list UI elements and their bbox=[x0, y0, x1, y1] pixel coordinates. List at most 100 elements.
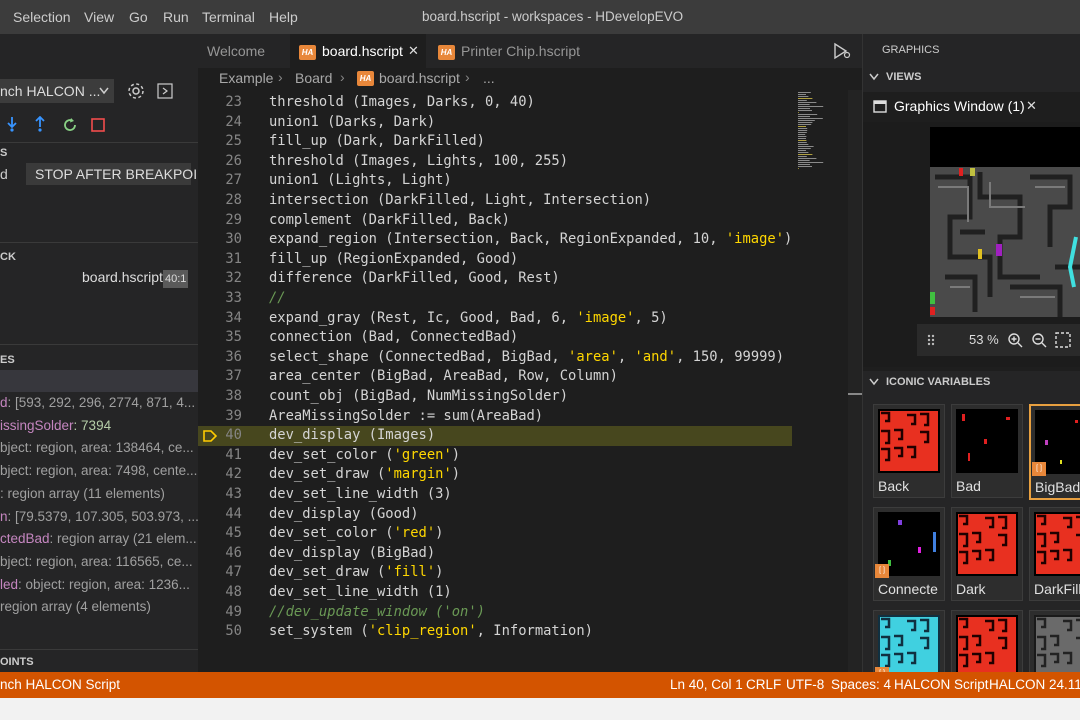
line-number[interactable]: 46 bbox=[198, 544, 242, 564]
section-header-variables[interactable]: ES bbox=[0, 354, 15, 366]
launch-config-select[interactable]: nch HALCON ... bbox=[0, 79, 114, 103]
code-line[interactable]: 29 complement (DarkFilled, Back) bbox=[198, 211, 792, 231]
line-number[interactable]: 23 bbox=[198, 93, 242, 113]
code-line[interactable]: 38 count_obj (BigBad, NumMissingSolder) bbox=[198, 387, 792, 407]
code-line[interactable]: 26 threshold (Images, Lights, 100, 255) bbox=[198, 152, 792, 172]
line-number[interactable]: 50 bbox=[198, 622, 242, 642]
line-number[interactable]: 26 bbox=[198, 152, 242, 172]
code-line[interactable]: 44 dev_display (Good) bbox=[198, 505, 792, 525]
line-number[interactable]: 30 bbox=[198, 230, 242, 250]
run-debug-icon[interactable] bbox=[832, 42, 852, 60]
code-line[interactable]: 42 dev_set_draw ('margin') bbox=[198, 465, 792, 485]
breadcrumb-item-symbol[interactable]: ... bbox=[483, 70, 495, 86]
tab-printer-chip-hscript[interactable]: HA Printer Chip.hscript bbox=[430, 34, 610, 68]
line-number[interactable]: 44 bbox=[198, 505, 242, 525]
code-line[interactable]: 33 // bbox=[198, 289, 792, 309]
status-encoding[interactable]: UTF-8 bbox=[786, 672, 824, 698]
line-number[interactable]: 48 bbox=[198, 583, 242, 603]
code-line[interactable]: 39 AreaMissingSolder := sum(AreaBad) bbox=[198, 407, 792, 427]
restart-icon[interactable] bbox=[62, 117, 78, 133]
menu-go[interactable]: Go bbox=[129, 0, 148, 34]
menu-view[interactable]: View bbox=[84, 0, 114, 34]
line-number[interactable]: 37 bbox=[198, 367, 242, 387]
iconic-variable-thumb[interactable]: [ ] BigBad bbox=[1029, 404, 1080, 500]
tab-board-hscript[interactable]: HA board.hscript ✕ bbox=[290, 34, 426, 68]
code-line[interactable]: 23 threshold (Images, Darks, 0, 40) bbox=[198, 93, 792, 113]
line-number[interactable]: 34 bbox=[198, 309, 242, 329]
breadcrumb-item-board[interactable]: Board bbox=[295, 70, 332, 86]
fit-selection-icon[interactable] bbox=[1055, 332, 1071, 348]
drag-handle-icon[interactable] bbox=[927, 334, 935, 346]
code-line[interactable]: 47 dev_set_draw ('fill') bbox=[198, 563, 792, 583]
menu-help[interactable]: Help bbox=[269, 0, 298, 34]
zoom-in-icon[interactable] bbox=[1007, 332, 1023, 348]
line-number[interactable]: 47 bbox=[198, 563, 242, 583]
code-line[interactable]: 49 //dev_update_window ('on') bbox=[198, 603, 792, 623]
line-number[interactable]: 27 bbox=[198, 171, 242, 191]
chevron-down-icon[interactable] bbox=[869, 378, 879, 386]
code-line[interactable]: 50 set_system ('clip_region', Information… bbox=[198, 622, 792, 642]
line-number[interactable]: 43 bbox=[198, 485, 242, 505]
variable-row[interactable]: issingSolder: 7394 bbox=[0, 418, 111, 433]
code-line[interactable]: 27 union1 (Lights, Light) bbox=[198, 171, 792, 191]
stop-after-breakpoint-option[interactable]: STOP AFTER BREAKPOINT bbox=[26, 163, 198, 185]
code-line[interactable]: 24 union1 (Darks, Dark) bbox=[198, 113, 792, 133]
code-line[interactable]: 43 dev_set_line_width (3) bbox=[198, 485, 792, 505]
section-header-callstack[interactable]: CK bbox=[0, 251, 16, 263]
code-line[interactable]: 32 difference (DarkFilled, Good, Rest) bbox=[198, 269, 792, 289]
code-line[interactable]: 28 intersection (DarkFilled, Light, Inter… bbox=[198, 191, 792, 211]
variable-row[interactable]: region array (4 elements) bbox=[0, 599, 151, 614]
variable-row[interactable]: led: object: region, area: 1236... bbox=[0, 577, 190, 592]
line-number[interactable]: 35 bbox=[198, 328, 242, 348]
chevron-down-icon[interactable] bbox=[869, 73, 879, 81]
code-line[interactable]: 41 dev_set_color ('green') bbox=[198, 446, 792, 466]
variable-row[interactable]: d: [593, 292, 296, 2774, 871, 4... bbox=[0, 395, 195, 410]
variable-row[interactable]: bject: region, area: 7498, cente... bbox=[0, 463, 197, 478]
gear-icon[interactable] bbox=[127, 82, 145, 100]
graphics-window-viewport[interactable]: 53 % bbox=[863, 122, 1080, 367]
line-number[interactable]: 25 bbox=[198, 132, 242, 152]
code-line[interactable]: 34 expand_gray (Rest, Ic, Good, Bad, 6, '… bbox=[198, 309, 792, 329]
callstack-file[interactable]: board.hscript bbox=[82, 269, 163, 285]
line-number[interactable]: 42 bbox=[198, 465, 242, 485]
menu-terminal[interactable]: Terminal bbox=[202, 0, 255, 34]
code-line[interactable]: 25 fill_up (Dark, DarkFilled) bbox=[198, 132, 792, 152]
code-line[interactable]: 48 dev_set_line_width (1) bbox=[198, 583, 792, 603]
line-number[interactable]: 24 bbox=[198, 113, 242, 133]
step-out-icon[interactable] bbox=[33, 116, 47, 132]
zoom-out-icon[interactable] bbox=[1031, 332, 1047, 348]
iconic-variable-thumb[interactable]: [ ] Connecte bbox=[873, 507, 945, 601]
variable-row[interactable]: n: [79.5379, 107.305, 503.973, ... bbox=[0, 509, 198, 524]
iconic-variable-thumb[interactable] bbox=[951, 610, 1023, 672]
menu-run[interactable]: Run bbox=[163, 0, 189, 34]
line-number[interactable]: 38 bbox=[198, 387, 242, 407]
line-number[interactable]: 36 bbox=[198, 348, 242, 368]
section-header-views[interactable]: VIEWS bbox=[886, 71, 921, 83]
iconic-variable-thumb[interactable]: Back bbox=[873, 404, 945, 498]
status-launch-config[interactable]: nch HALCON Script bbox=[0, 672, 120, 698]
open-launch-json-icon[interactable] bbox=[157, 83, 173, 99]
code-line[interactable]: 45 dev_set_color ('red') bbox=[198, 524, 792, 544]
status-language[interactable]: HALCON Script bbox=[894, 672, 989, 698]
line-number[interactable]: 28 bbox=[198, 191, 242, 211]
code-line[interactable]: 30 expand_region (Intersection, Back, Reg… bbox=[198, 230, 792, 250]
code-line[interactable]: 35 connection (Bad, ConnectedBad) bbox=[198, 328, 792, 348]
section-header-iconic-variables[interactable]: ICONIC VARIABLES bbox=[886, 376, 990, 388]
code-line[interactable]: 31 fill_up (RegionExpanded, Good) bbox=[198, 250, 792, 270]
iconic-variable-thumb[interactable] bbox=[1029, 610, 1080, 672]
section-header-breakpoints[interactable]: OINTS bbox=[0, 656, 34, 668]
variable-row[interactable]: : region array (11 elements) bbox=[0, 486, 165, 501]
variables-group-row[interactable] bbox=[0, 370, 198, 392]
code-line[interactable]: 37 area_center (BigBad, AreaBad, Row, Col… bbox=[198, 367, 792, 387]
iconic-variable-thumb[interactable]: DarkFill bbox=[1029, 507, 1080, 601]
status-halcon-version[interactable]: HALCON 24.11 bbox=[989, 672, 1080, 698]
stop-icon[interactable] bbox=[91, 118, 105, 132]
status-line-ending[interactable]: CRLF bbox=[746, 672, 781, 698]
code-line[interactable]: 36 select_shape (ConnectedBad, BigBad, 'a… bbox=[198, 348, 792, 368]
iconic-variable-thumb[interactable]: Dark bbox=[951, 507, 1023, 601]
code-editor[interactable]: 23 threshold (Images, Darks, 0, 40) 24 unio… bbox=[198, 90, 862, 672]
breadcrumb-item-example[interactable]: Example bbox=[219, 70, 273, 86]
line-number[interactable]: 29 bbox=[198, 211, 242, 231]
close-icon[interactable]: ✕ bbox=[408, 34, 419, 68]
line-number[interactable]: 33 bbox=[198, 289, 242, 309]
